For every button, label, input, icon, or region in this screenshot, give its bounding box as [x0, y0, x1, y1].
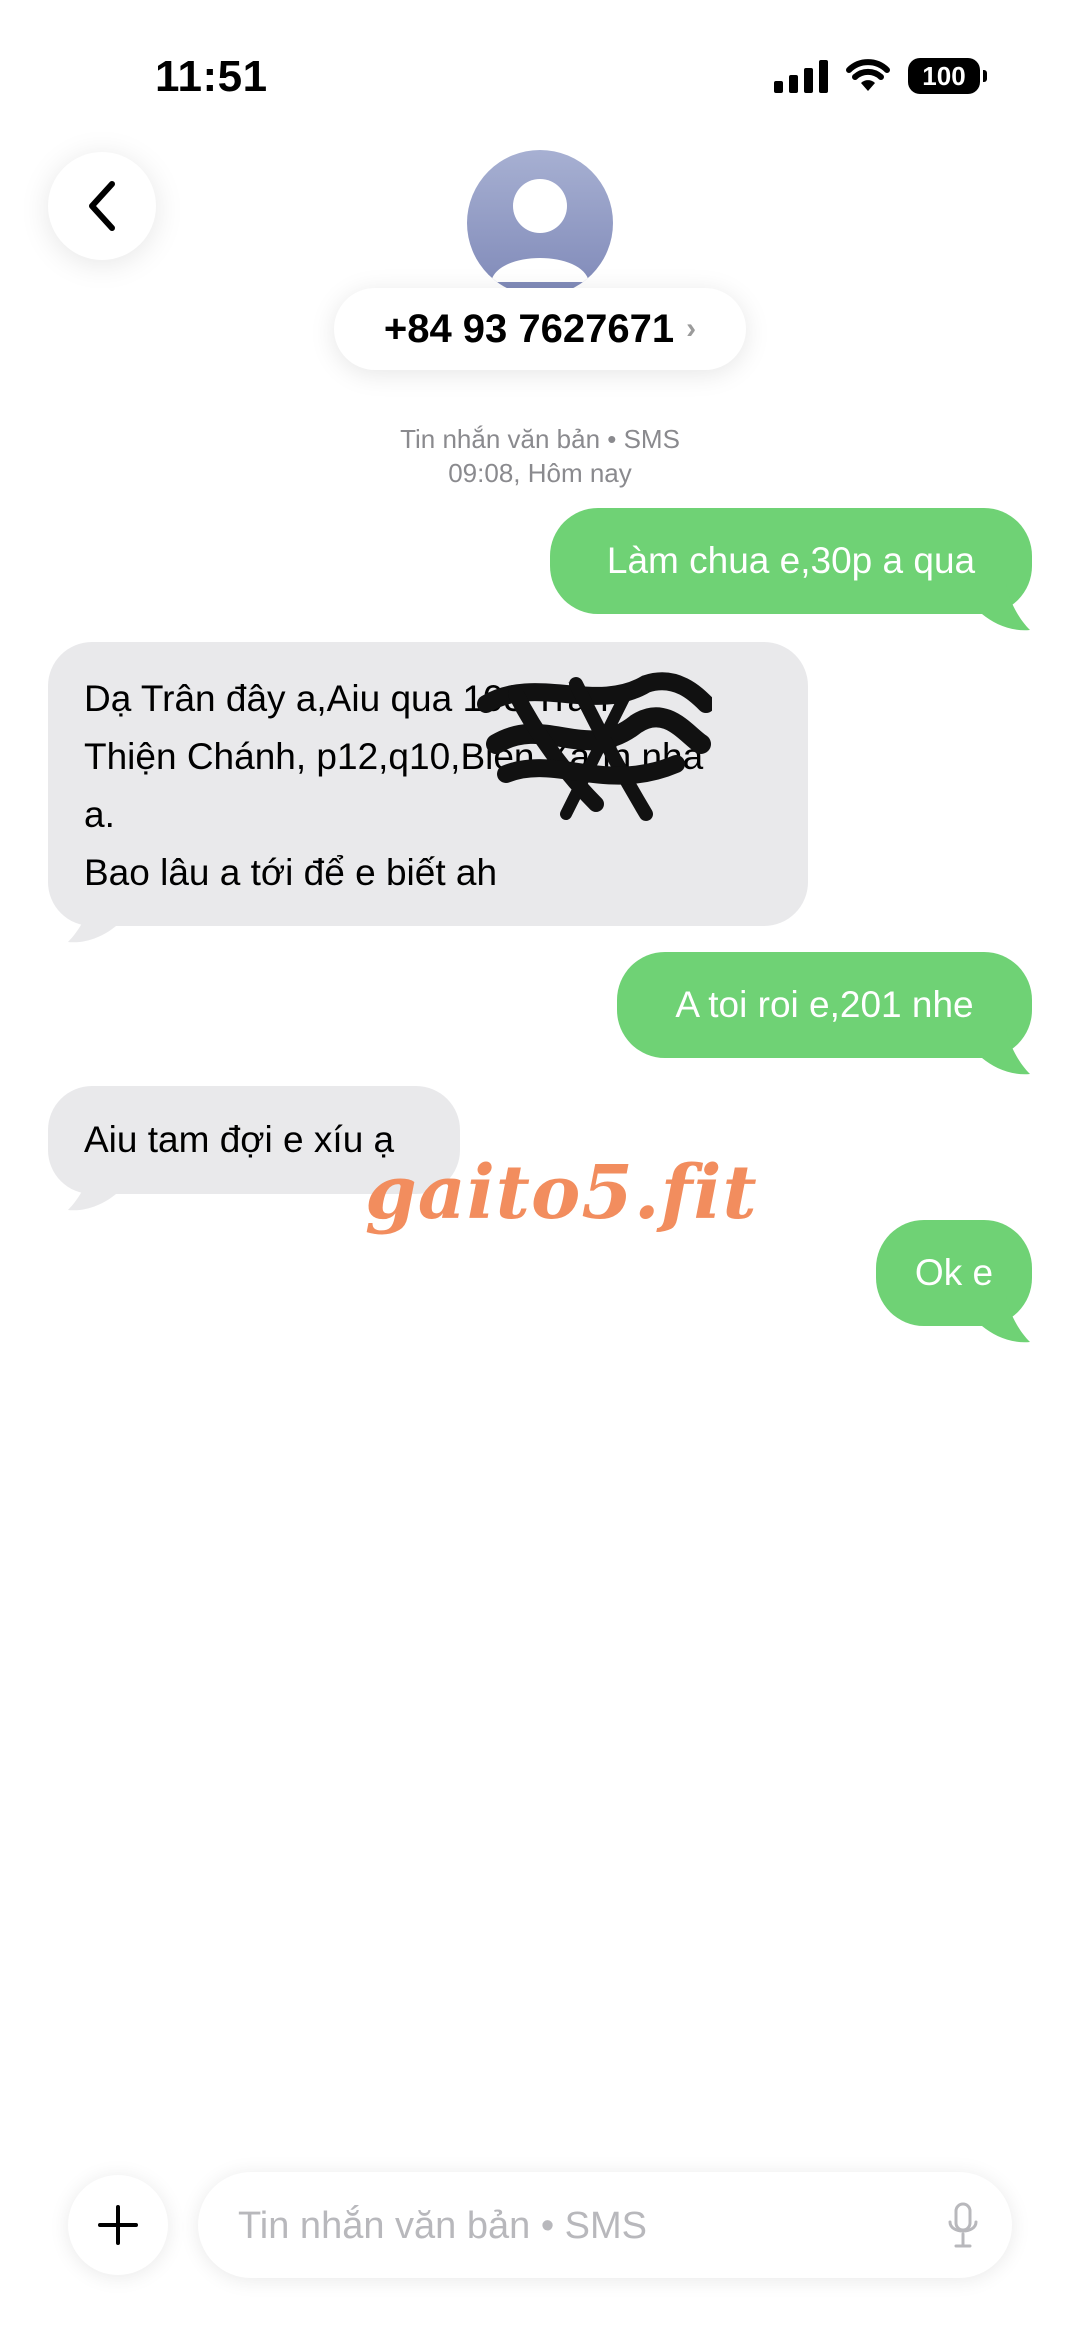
redaction-scribble [477, 672, 712, 821]
status-time: 11:51 [155, 52, 268, 101]
cellular-signal-icon [774, 59, 828, 93]
message-text: Làm chua e,30p a qua [606, 540, 976, 581]
message-timestamp: 09:08, Hôm nay [448, 458, 632, 488]
bubble-tail [976, 1028, 1030, 1075]
watermark-text: gaito5.fit [365, 1150, 758, 1236]
battery-icon: 100 [908, 58, 987, 94]
outgoing-message-bubble[interactable]: Làm chua e,30p a qua [550, 508, 1032, 614]
chevron-left-icon [89, 181, 115, 231]
message-channel-label: Tin nhắn văn bản • SMS [400, 424, 680, 454]
bubble-tail [976, 584, 1030, 631]
chevron-right-icon: › [686, 312, 697, 345]
outgoing-message-bubble[interactable]: A toi roi e,201 nhe [617, 952, 1032, 1058]
back-button[interactable] [48, 152, 156, 260]
bubble-tail [68, 1164, 122, 1211]
bubble-tail [68, 896, 122, 943]
contact-avatar[interactable] [467, 150, 613, 296]
plus-icon [98, 2205, 138, 2245]
message-text: A toi roi e,201 nhe [675, 984, 974, 1025]
microphone-icon[interactable] [946, 2202, 980, 2250]
bubble-tail [976, 1296, 1030, 1343]
conversation-screen: 11:51 100 +84 93 7627671 › Tin nhắn văn … [0, 0, 1080, 2347]
wifi-icon [846, 59, 890, 91]
person-icon [491, 179, 589, 282]
message-text: Aiu tam đợi e xíu ạ [84, 1119, 395, 1160]
message-text: Ok e [914, 1252, 994, 1293]
message-input[interactable] [236, 2192, 900, 2260]
attach-plus-button[interactable] [68, 2175, 168, 2275]
message-text-line: Bao lâu a tới để e biết ah [84, 852, 498, 893]
message-composer[interactable] [198, 2172, 1012, 2278]
contact-name-button[interactable]: +84 93 7627671 › [334, 288, 746, 370]
status-indicators: 100 [774, 58, 987, 94]
contact-phone-number: +84 93 7627671 [383, 306, 675, 351]
